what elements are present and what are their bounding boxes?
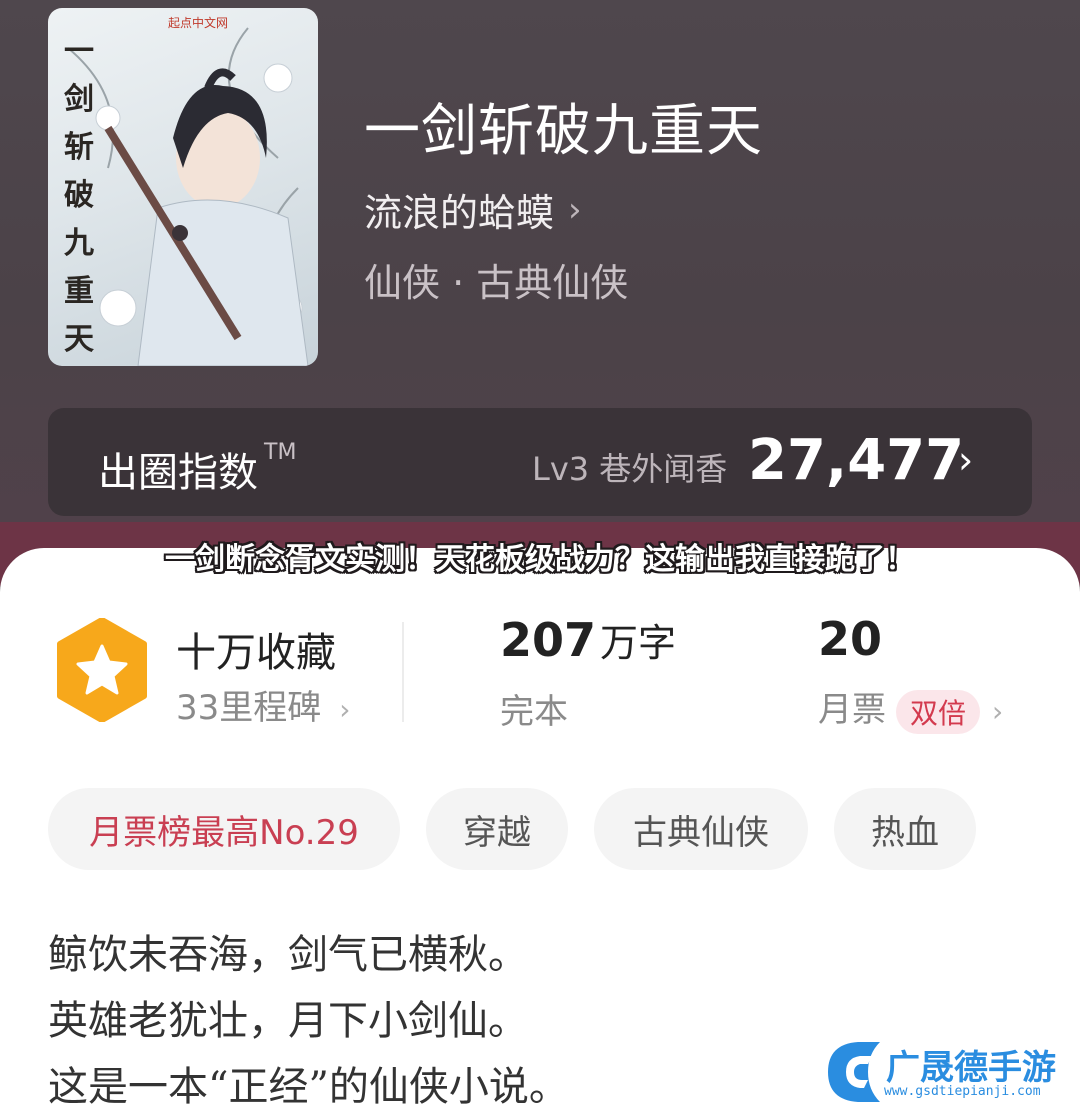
tag-hot-blooded[interactable]: 热血 [834, 788, 976, 870]
chevron-right-icon: › [992, 695, 1004, 728]
monthly-ticket-count: 20 [818, 612, 883, 666]
author-name: 流浪的蛤蟆 [364, 191, 555, 235]
milestone-label: 33里程碑 [176, 688, 322, 728]
double-badge: 双倍 [896, 689, 981, 734]
chevron-right-icon: › [339, 693, 351, 726]
tag-ranking[interactable]: 月票榜最高No.29 [48, 788, 400, 870]
chevron-right-icon: › [958, 438, 974, 482]
popularity-index-label: 出圈指数 TM [98, 440, 297, 496]
word-count-unit: 万字 [600, 621, 677, 665]
watermark-url: www.gsdtiepianji.com [884, 1084, 1041, 1099]
cover-title: 一剑斩破九重天 [64, 34, 94, 357]
completion-status: 完本 [500, 692, 568, 732]
banner-caption: 一剑断念胥文实测！天花板级战力？这输出我直接跪了！ [165, 542, 915, 577]
word-count: 207 万字 [500, 612, 676, 667]
description-line: 鲸饮未吞海，剑气已横秋。 [48, 932, 528, 978]
author-link[interactable]: 流浪的蛤蟆 › [364, 182, 582, 237]
stats-divider [402, 622, 404, 722]
monthly-ticket-link[interactable]: 月票 双倍 › [818, 682, 1003, 734]
milestone-link[interactable]: 33里程碑 › [176, 680, 350, 729]
book-genre: 仙侠 · 古典仙侠 [364, 261, 629, 305]
chevron-right-icon: › [568, 189, 582, 230]
book-title: 一剑斩破九重天 [364, 99, 763, 164]
star-badge-icon [57, 618, 147, 722]
word-count-number: 207 [500, 613, 597, 667]
book-cover[interactable]: 一剑斩破九重天 起点中文网 [48, 8, 318, 366]
watermark-name: 广晟德手游 [886, 1048, 1056, 1088]
monthly-ticket-label: 月票 [818, 690, 886, 730]
popularity-level: Lv3 巷外闻香 [532, 450, 728, 488]
tag-classic-xianxia[interactable]: 古典仙侠 [594, 788, 808, 870]
popularity-index-bar[interactable]: 出圈指数 TM Lv3 巷外闻香 27,477 › [48, 408, 1032, 516]
collect-title: 十万收藏 [176, 630, 336, 676]
cover-publisher: 起点中文网 [168, 16, 229, 30]
tag-time-travel[interactable]: 穿越 [426, 788, 568, 870]
popularity-score: 27,477 [748, 428, 965, 493]
description-line: 英雄老犹壮，月下小剑仙。 [48, 998, 528, 1044]
description-line: 这是一本“正经”的仙侠小说。 [48, 1064, 569, 1110]
trademark-label: TM [264, 440, 297, 465]
